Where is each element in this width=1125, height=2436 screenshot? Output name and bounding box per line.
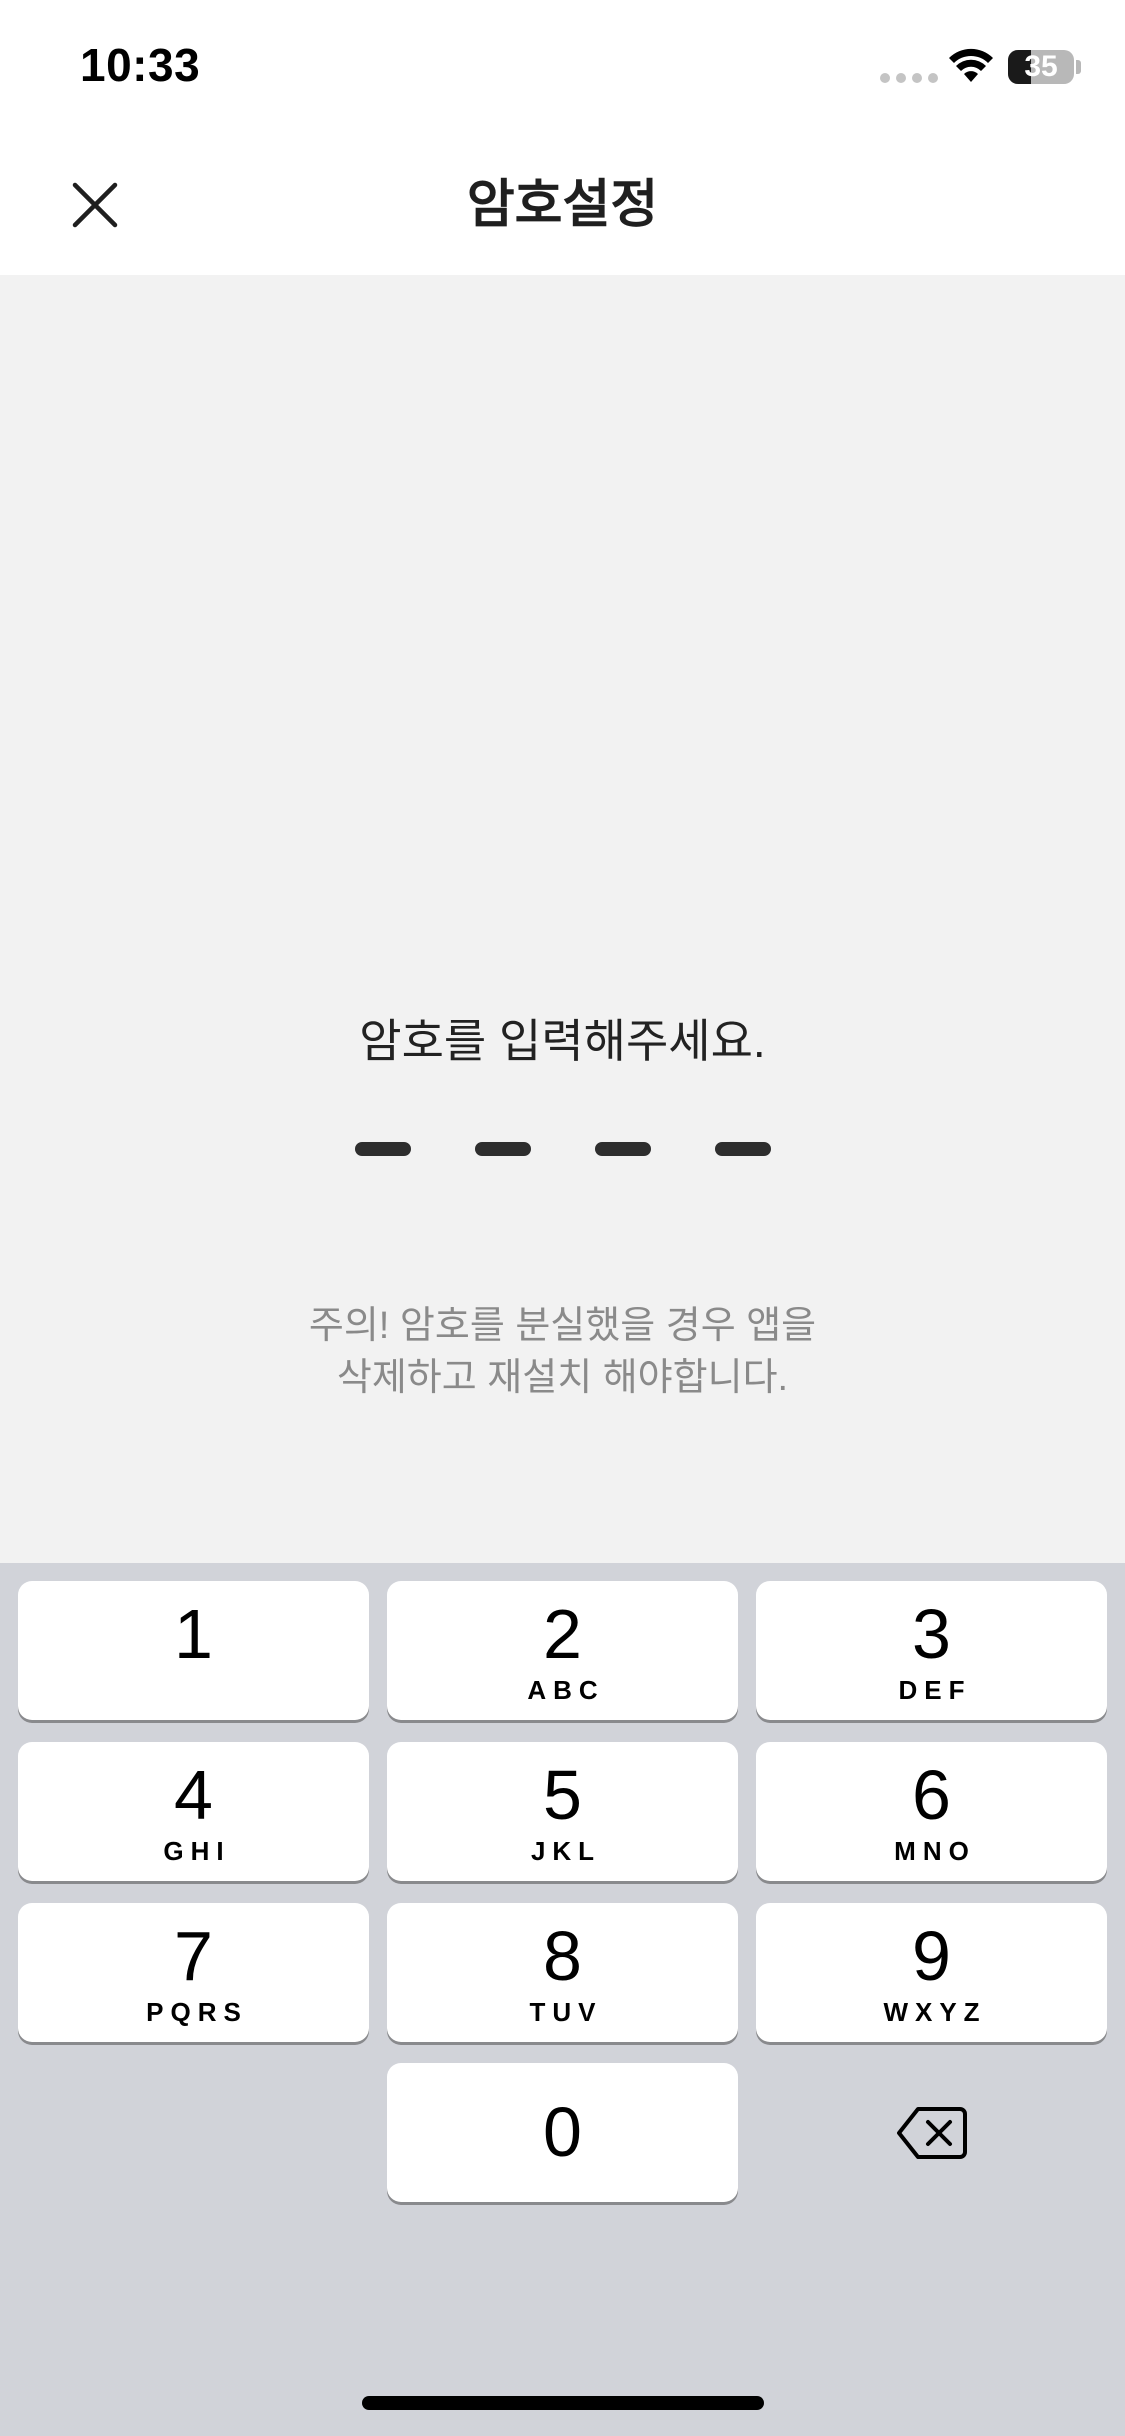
key-digit: 3: [912, 1595, 951, 1673]
passcode-dash: [475, 1142, 531, 1156]
key-letters: ABC: [527, 1675, 605, 1705]
key-letters: GHI: [163, 1836, 231, 1866]
passcode-warning: 주의! 암호를 분실했을 경우 앱을 삭제하고 재설치 해야합니다.: [0, 1300, 1125, 1404]
passcode-dash: [595, 1142, 651, 1156]
home-indicator: [362, 2396, 764, 2410]
warning-line-1: 주의! 암호를 분실했을 경우 앱을: [308, 1305, 817, 1347]
passcode-dash: [355, 1142, 411, 1156]
battery-level: 35: [1024, 50, 1058, 83]
key-digit: 9: [912, 1917, 951, 1995]
key-8[interactable]: 8 TUV: [387, 1903, 738, 2042]
key-letters: PQRS: [146, 1997, 248, 2027]
key-6[interactable]: 6 MNO: [756, 1742, 1107, 1881]
warning-line-2: 삭제하고 재설치 해야합니다.: [336, 1357, 789, 1399]
numeric-keypad: 1 2 ABC 3 DEF 4 GHI 5 JKL 6 MNO 7 PQRS 8…: [0, 1563, 1125, 2436]
key-1[interactable]: 1: [18, 1581, 369, 1720]
key-3[interactable]: 3 DEF: [756, 1581, 1107, 1720]
key-letters: MNO: [894, 1836, 976, 1866]
cellular-signal-icon: [880, 73, 938, 83]
status-time: 10:33: [80, 39, 201, 91]
page-title: 암호설정: [466, 176, 659, 234]
key-digit: 0: [543, 2093, 582, 2171]
key-letters: WXYZ: [883, 1997, 987, 2027]
passcode-prompt: 암호를 입력해주세요.: [359, 1015, 766, 1067]
wifi-icon: [949, 48, 993, 82]
battery-tip: [1076, 60, 1081, 74]
key-digit: 4: [174, 1756, 213, 1834]
key-digit: 8: [543, 1917, 582, 1995]
key-digit: 7: [174, 1917, 213, 1995]
key-digit: 5: [543, 1756, 582, 1834]
key-digit: 2: [543, 1595, 582, 1673]
key-letters: TUV: [529, 1997, 603, 2027]
passcode-content: 암호를 입력해주세요. 주의! 암호를 분실했을 경우 앱을 삭제하고 재설치 …: [0, 275, 1125, 1563]
battery-icon: 35: [1008, 50, 1074, 84]
key-7[interactable]: 7 PQRS: [18, 1903, 369, 2042]
key-9[interactable]: 9 WXYZ: [756, 1903, 1107, 2042]
status-bar: 10:33 35: [0, 0, 1125, 140]
key-5[interactable]: 5 JKL: [387, 1742, 738, 1881]
key-digit: 1: [174, 1595, 213, 1673]
key-2[interactable]: 2 ABC: [387, 1581, 738, 1720]
key-letters: JKL: [530, 1836, 602, 1866]
backspace-icon: [896, 2106, 967, 2159]
passcode-indicator: [355, 1142, 771, 1156]
key-0[interactable]: 0: [387, 2063, 738, 2202]
key-4[interactable]: 4 GHI: [18, 1742, 369, 1881]
nav-header: 암호설정: [0, 140, 1125, 275]
key-digit: 6: [912, 1756, 951, 1834]
backspace-button[interactable]: [756, 2063, 1107, 2202]
key-letters: DEF: [898, 1675, 972, 1705]
passcode-dash: [715, 1142, 771, 1156]
